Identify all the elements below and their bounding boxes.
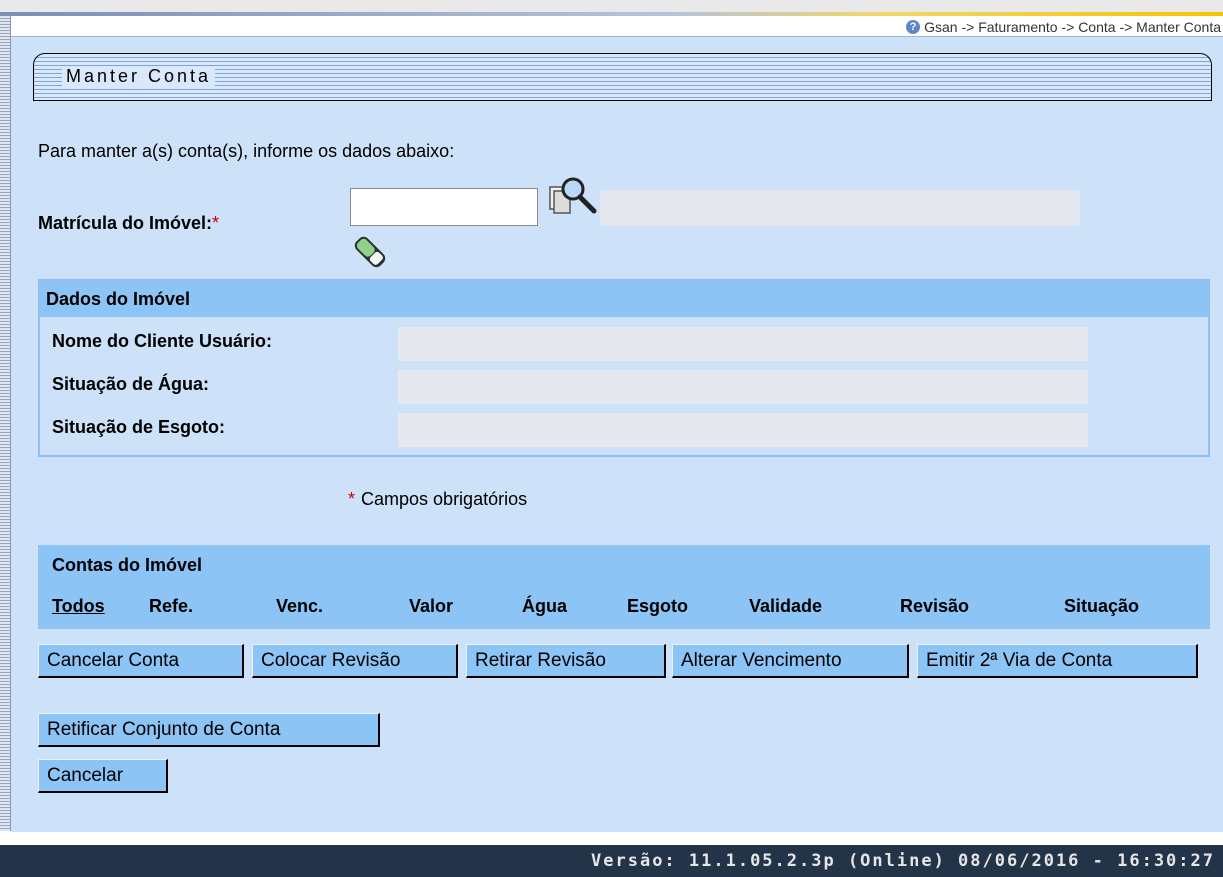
required-marker: *: [212, 213, 220, 233]
matricula-input[interactable]: [350, 188, 538, 226]
column-todos-link[interactable]: Todos: [52, 596, 105, 617]
retirar-revisao-button[interactable]: Retirar Revisão: [466, 644, 666, 678]
situacao-agua-field: [398, 370, 1088, 404]
situacao-esgoto-field: [398, 413, 1088, 447]
column-revisao: Revisão: [900, 596, 970, 616]
breadcrumb-text[interactable]: Gsan -> Faturamento -> Conta -> Manter C…: [924, 19, 1221, 35]
column-esgoto: Esgoto: [627, 596, 688, 616]
top-strip: [0, 0, 1223, 12]
alterar-vencimento-button[interactable]: Alterar Vencimento: [672, 644, 909, 678]
dados-imovel-header: Dados do Imóvel: [40, 281, 1208, 317]
cliente-usuario-label: Nome do Cliente Usuário:: [52, 331, 273, 351]
matricula-label-text: Matrícula do Imóvel:: [38, 213, 213, 233]
dados-imovel-section: Dados do Imóvel Nome do Cliente Usuário:…: [38, 279, 1210, 457]
top-accent-line: [0, 12, 1223, 16]
situacao-esgoto-label: Situação de Esgoto:: [52, 417, 226, 437]
page-title-bar: Manter Conta: [33, 53, 1212, 101]
required-note-marker: *: [348, 489, 356, 509]
intro-text: Para manter a(s) conta(s), informe os da…: [38, 141, 455, 161]
breadcrumb: ? Gsan -> Faturamento -> Conta -> Manter…: [906, 18, 1223, 36]
column-situacao: Situação: [1064, 596, 1140, 616]
matricula-description: [600, 190, 1080, 226]
help-icon[interactable]: ?: [906, 20, 921, 34]
cancelar-button[interactable]: Cancelar: [38, 759, 168, 793]
footer: Versão: 11.1.05.2.3p (Online) 08/06/2016…: [0, 845, 1223, 877]
colocar-revisao-button[interactable]: Colocar Revisão: [252, 644, 458, 678]
required-note: * Campos obrigatórios: [348, 489, 527, 510]
column-refe: Refe.: [149, 596, 194, 616]
search-icon[interactable]: [548, 175, 598, 219]
left-rail: [0, 16, 11, 831]
column-valor: Valor: [409, 596, 454, 616]
main-panel: Manter Conta Para manter a(s) conta(s), …: [11, 36, 1223, 832]
version-text: Versão: 11.1.05.2.3p (Online) 08/06/2016…: [591, 851, 1215, 871]
column-agua: Água: [522, 596, 567, 616]
contas-imovel-section: Contas do Imóvel Todos Refe. Venc. Valor…: [38, 545, 1210, 629]
cliente-usuario-field: [398, 327, 1088, 361]
required-note-text: Campos obrigatórios: [361, 489, 528, 509]
eraser-icon[interactable]: [351, 233, 389, 271]
matricula-label: Matrícula do Imóvel:*: [38, 213, 219, 234]
column-venc: Venc.: [276, 596, 324, 616]
column-validade: Validade: [749, 596, 823, 616]
page-title: Manter Conta: [62, 66, 216, 87]
emitir-2via-button[interactable]: Emitir 2ª Via de Conta: [917, 644, 1198, 678]
contas-imovel-header: Contas do Imóvel: [52, 555, 203, 575]
retificar-conjunto-button[interactable]: Retificar Conjunto de Conta: [38, 713, 380, 747]
situacao-agua-label: Situação de Água:: [52, 374, 210, 394]
cancelar-conta-button[interactable]: Cancelar Conta: [38, 644, 244, 678]
